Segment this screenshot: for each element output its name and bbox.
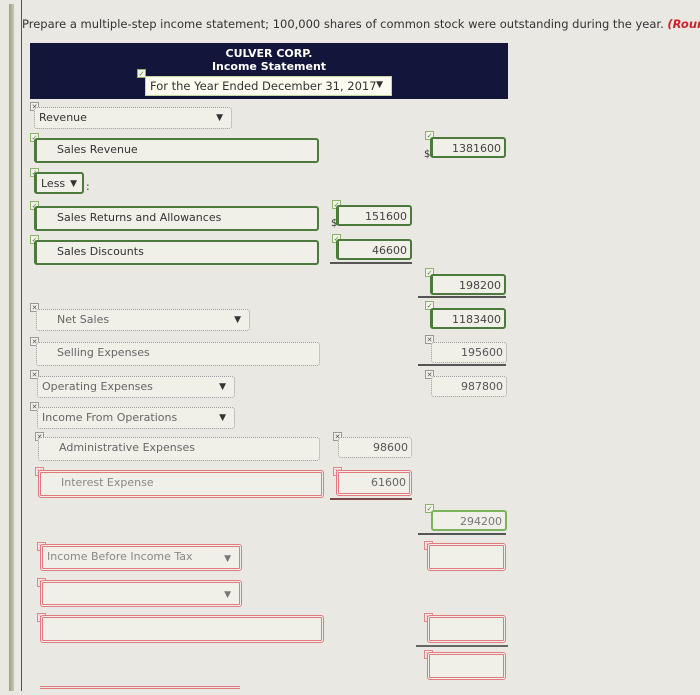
sales-revenue-field[interactable]: Sales Revenue	[34, 138, 319, 163]
blank-select[interactable]: ▼	[40, 580, 242, 607]
income-before-tax-label: Income Before Income Tax	[47, 550, 193, 563]
admin-expenses-field[interactable]: Administrative Expenses	[38, 437, 320, 461]
underline	[330, 262, 412, 264]
statement-title: Income Statement	[211, 60, 327, 73]
operating-expenses-label: Operating Expenses	[42, 380, 153, 393]
income-from-operations-select[interactable]: Income From Operations ▼	[37, 407, 235, 429]
less-select[interactable]: Less ▼	[34, 172, 84, 194]
income-before-tax-amount[interactable]	[427, 543, 506, 571]
dropdown-arrow-icon: ▼	[376, 80, 383, 90]
selling-expenses-label: Selling Expenses	[57, 346, 150, 359]
income-from-operations-label: Income From Operations	[42, 411, 178, 424]
instructions: Prepare a multiple-step income statement…	[22, 17, 700, 31]
dropdown-arrow-icon: ▼	[224, 590, 231, 600]
period-value: For the Year Ended December 31, 2017	[150, 79, 377, 93]
company-name: CULVER CORP.	[225, 47, 313, 60]
dropdown-arrow-icon: ▼	[234, 315, 241, 325]
sales-revenue-amount[interactable]: 1381600	[430, 137, 506, 158]
operating-expenses-amount[interactable]: 987800	[431, 376, 507, 397]
sales-discounts-amount[interactable]: 46600	[336, 239, 412, 260]
operating-expenses-select[interactable]: Operating Expenses ▼	[37, 376, 235, 398]
colon: :	[86, 180, 90, 193]
blank-field[interactable]	[40, 615, 324, 643]
underline	[330, 498, 412, 500]
revenue-label: Revenue	[39, 111, 87, 124]
dropdown-arrow-icon: ▼	[219, 413, 226, 423]
period-select[interactable]: For the Year Ended December 31, 2017 ▼	[145, 76, 392, 96]
interest-expense-field[interactable]: Interest Expense	[38, 470, 324, 498]
rounding-note: (Round earni	[667, 17, 700, 31]
dropdown-arrow-icon: ▼	[219, 382, 226, 392]
revenue-select[interactable]: Revenue ▼	[34, 107, 232, 129]
sales-discounts-label: Sales Discounts	[57, 245, 144, 258]
sales-returns-field[interactable]: Sales Returns and Allowances	[34, 206, 319, 231]
dropdown-arrow-icon: ▼	[70, 179, 77, 189]
income-before-tax-select[interactable]: Income Before Income Tax ▼	[40, 544, 242, 571]
dropdown-arrow-icon: ▼	[224, 554, 231, 564]
left-border-line	[21, 0, 22, 691]
final-amount[interactable]	[427, 652, 506, 680]
underline	[418, 296, 506, 298]
net-sales-select[interactable]: Net Sales ▼	[36, 309, 250, 331]
net-sales-amount[interactable]: 1183400	[430, 308, 506, 329]
sales-revenue-label: Sales Revenue	[57, 143, 138, 156]
interest-expense-label: Interest Expense	[61, 476, 154, 489]
less-label: Less	[41, 177, 66, 190]
instructions-text: Prepare a multiple-step income statement…	[22, 17, 664, 31]
underline	[418, 364, 506, 366]
sales-discounts-field[interactable]: Sales Discounts	[34, 240, 319, 265]
underline	[418, 533, 506, 535]
underline	[416, 645, 508, 647]
deductions-total-amount[interactable]: 198200	[430, 274, 506, 295]
other-total-amount[interactable]: 294200	[431, 510, 507, 531]
blank-field-amount[interactable]	[427, 615, 506, 643]
sales-returns-label: Sales Returns and Allowances	[57, 211, 222, 224]
sales-returns-amount[interactable]: 151600	[336, 205, 412, 226]
dropdown-arrow-icon: ▼	[216, 113, 223, 123]
net-sales-label: Net Sales	[57, 313, 110, 326]
interest-expense-amount[interactable]: 61600	[336, 470, 412, 496]
admin-expenses-amount[interactable]: 98600	[338, 437, 412, 458]
admin-expenses-label: Administrative Expenses	[59, 441, 195, 454]
selling-expenses-field[interactable]: Selling Expenses	[36, 342, 320, 366]
left-border	[9, 4, 14, 691]
selling-expenses-amount[interactable]: 195600	[431, 342, 507, 363]
